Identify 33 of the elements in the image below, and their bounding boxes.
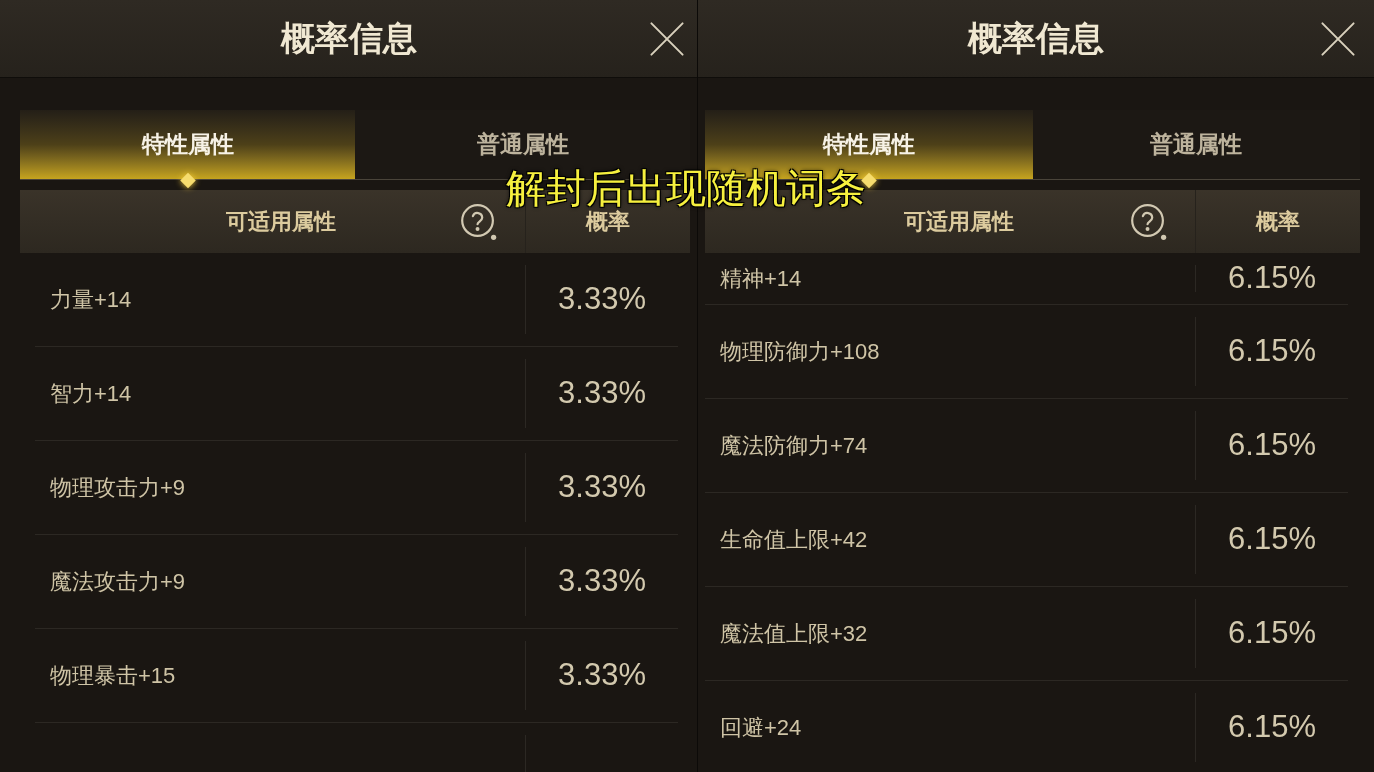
probability-text: 6.15% [1228,520,1316,559]
attribute-text: 魔法防御力+74 [720,432,868,460]
attribute-text: 生命值上限+42 [720,526,868,554]
tab[interactable]: 特性属性 [20,110,355,179]
probability-text: 3.33% [558,562,646,601]
probability-text: 3.33% [558,656,646,695]
attribute-text: 魔法值上限+32 [720,620,868,648]
column-header: 可适用属性 [902,208,1015,236]
probability-text: 6.15% [1228,614,1316,653]
column-header: 可适用属性 [225,208,337,236]
window-title: 概率信息 [280,18,417,59]
attribute-text: 物理防御力+108 [720,338,880,366]
close-icon [1321,21,1355,56]
probability-text: 6.15% [1228,332,1316,371]
probability-text: 3.33% [558,468,646,507]
probability-text: 6.15% [1228,708,1316,747]
attribute-text: 回避+24 [720,714,802,742]
probability-text: 6.15% [1228,259,1316,298]
attribute-text: 魔法攻击力+9 [50,568,186,596]
attribute-text: 物理攻击力+9 [50,474,186,502]
probability-text: 3.33% [558,280,646,319]
help-icon[interactable] [460,202,498,241]
column-header: 概率 [1256,208,1300,236]
attribute-text: 智力+14 [50,380,132,408]
attribute-text: 精神+14 [720,265,802,293]
close-icon [650,21,684,56]
probability-text: 6.15% [1228,426,1316,465]
attribute-text: 物理暴击+15 [50,662,176,690]
window-title: 概率信息 [968,18,1104,59]
help-icon[interactable] [1130,202,1168,241]
attribute-text: 力量+14 [50,286,132,314]
probability-text: 3.33% [558,374,646,413]
column-header: 概率 [586,208,630,236]
